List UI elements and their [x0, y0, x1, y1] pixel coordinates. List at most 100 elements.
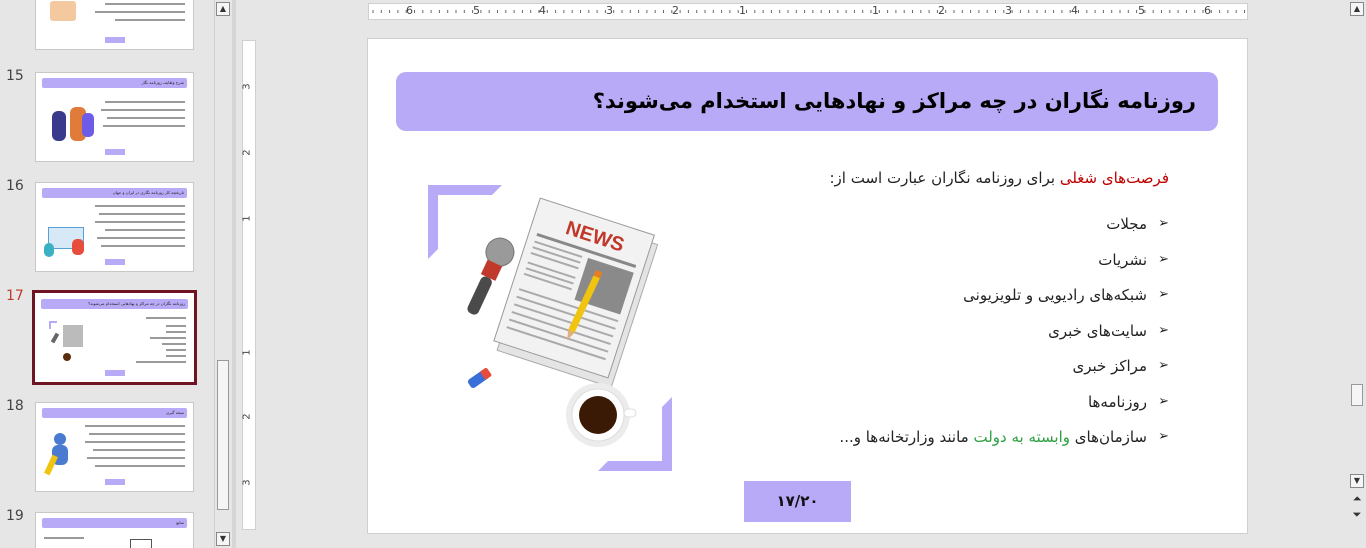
newspaper-illustration[interactable]: NEWS	[424, 181, 676, 475]
thumbnail-page-button	[104, 149, 125, 155]
thumbnail-title-bar: شرح وظایف روزنامه نگار	[42, 78, 187, 88]
scroll-up-icon[interactable]: ▲	[216, 2, 230, 16]
thumbnail-text-line	[105, 229, 185, 231]
slide-thumbnail-17[interactable]: روزنامه نگاران در چه مراکز و نهادهایی اس…	[32, 290, 197, 385]
thumbnail-text-line	[107, 117, 185, 119]
thumbnails-scrollbar[interactable]: ▲ ▼	[214, 0, 230, 548]
thumbnail-text-line	[136, 361, 186, 363]
thumbnail-text-line	[85, 425, 185, 427]
thumbnail-text-line	[166, 331, 186, 333]
slide-thumbnail-19[interactable]: منابع	[35, 512, 194, 548]
newspaper-icon: NEWS	[493, 197, 659, 388]
thumbnail-title: شرح وظایف روزنامه نگار	[141, 80, 184, 85]
ruler-label: 3	[1005, 4, 1012, 17]
ruler-label: 3	[606, 4, 613, 17]
scrollbar-handle[interactable]	[1351, 384, 1363, 406]
scroll-down-icon[interactable]: ▼	[1350, 474, 1364, 488]
thumbnail-title-bar: تاریخچه کار روزنامه نگاری در ایران و جها…	[42, 188, 187, 198]
powerpoint-editor: 15 شرح وظایف روزنامه نگار 16 تاریخچه کار…	[0, 0, 1366, 548]
ruler-label: 3	[241, 479, 253, 486]
thumbnail-title-bar: منابع	[42, 518, 187, 528]
previous-slide-icon[interactable]: ⏶	[1350, 492, 1364, 506]
slide-title-bar[interactable]: روزنامه نگاران در چه مراکز و نهادهایی اس…	[396, 72, 1218, 131]
thumbnail-number: 15	[6, 68, 24, 84]
scrollbar-handle[interactable]	[217, 360, 229, 510]
thumbnail-title-bar: نتیجه گیری	[42, 408, 187, 418]
ruler-label: 2	[241, 413, 253, 420]
thumbnail-title: تاریخچه کار روزنامه نگاری در ایران و جها…	[112, 190, 184, 195]
thumbnail-text-line	[97, 237, 185, 239]
thumbnail-text-line	[103, 125, 185, 127]
ruler-label: 1	[872, 4, 879, 17]
thumbnail-text-line	[162, 343, 186, 345]
ruler-label: 2	[672, 4, 679, 17]
thumbnail-page-button	[104, 370, 125, 376]
arrow-bullet-icon: ➢	[1158, 358, 1169, 373]
ruler-label: 4	[1071, 4, 1078, 17]
thumbnail-text-line	[150, 337, 186, 339]
next-slide-icon[interactable]: ⏷	[1350, 508, 1364, 522]
thumbnail-text-line	[95, 465, 185, 467]
bullet-list[interactable]: ➢ مجلات ➢ نشریات ➢ شبکه‌های رادیویی و تلویز…	[839, 209, 1169, 458]
scroll-down-icon[interactable]: ▼	[216, 532, 230, 546]
thumbnail-text-line	[101, 245, 185, 247]
slide-thumbnail-16[interactable]: تاریخچه کار روزنامه نگاری در ایران و جها…	[35, 182, 194, 272]
list-item-text: سازمان‌های	[1070, 428, 1147, 446]
slide-thumbnail-18[interactable]: نتیجه گیری	[35, 402, 194, 492]
arrow-bullet-icon: ➢	[1158, 251, 1169, 267]
ruler-label: 3	[241, 83, 253, 90]
slide-canvas[interactable]: روزنامه نگاران در چه مراکز و نهادهایی اس…	[367, 38, 1248, 534]
list-item: ➢ مراکز خبری	[839, 351, 1169, 387]
thumbnail-illustration	[130, 539, 152, 548]
list-item: ➢ مجلات	[839, 209, 1169, 245]
scroll-up-icon[interactable]: ▲	[1350, 2, 1364, 16]
thumbnail-text-line	[146, 317, 186, 319]
thumbnail-text-line	[93, 449, 185, 451]
slide-thumbnail-15[interactable]: شرح وظایف روزنامه نگار	[35, 72, 194, 162]
thumbnail-text-line	[166, 355, 186, 357]
list-item-text: نشریات	[1098, 250, 1147, 269]
thumbnail-text-line	[87, 457, 185, 459]
thumbnail-text-line	[89, 433, 185, 435]
page-number-button[interactable]: ۱۷/۲۰	[744, 481, 851, 522]
ruler-label: 4	[539, 4, 546, 17]
ruler-label: 6	[1204, 4, 1211, 17]
vertical-ruler: 3 2 1 1 2 3	[242, 40, 256, 530]
thumbnail-text-line	[105, 101, 185, 103]
panel-divider[interactable]	[232, 0, 236, 548]
thumbnail-text-line	[85, 441, 185, 443]
thumbnail-text-line	[95, 205, 185, 207]
ruler-label: 2	[938, 4, 945, 17]
thumbnail-title: منابع	[176, 520, 184, 525]
thumbnail-number: 17	[6, 288, 24, 304]
thumbnail-illustration	[50, 1, 76, 21]
slide-thumbnails-panel: 15 شرح وظایف روزنامه نگار 16 تاریخچه کار…	[0, 0, 214, 548]
list-item-text: مجلات	[1106, 215, 1147, 233]
thumbnail-illustration	[48, 103, 98, 148]
thumbnail-page-button	[104, 479, 125, 485]
intro-rest: برای روزنامه نگاران عبارت است از:	[829, 169, 1060, 187]
arrow-bullet-icon: ➢	[1158, 393, 1169, 409]
thumbnail-text-line	[115, 19, 185, 21]
intro-text[interactable]: فرصت‌های شغلی برای روزنامه نگاران عبارت …	[829, 169, 1169, 187]
thumbnail-text-line	[166, 325, 186, 327]
list-item: ➢ سازمان‌های وابسته به دولت مانند وزارتخا…	[839, 422, 1169, 458]
arrow-bullet-icon: ➢	[1158, 429, 1169, 444]
thumbnail-page-button	[104, 37, 125, 43]
thumbnail-illustration	[44, 223, 92, 257]
thumbnail-number: 16	[6, 178, 24, 194]
arrow-bullet-icon: ➢	[1158, 322, 1169, 338]
slide-scrollbar[interactable]: ▲ ▼ ⏶ ⏷	[1349, 0, 1366, 548]
slide-thumbnail-14[interactable]	[35, 0, 194, 50]
thumbnail-title: نتیجه گیری	[166, 410, 184, 415]
list-item-highlight: وابسته به دولت	[973, 428, 1070, 446]
list-item-text: شبکه‌های رادیویی و تلویزیونی	[963, 286, 1147, 304]
thumbnail-text-line	[95, 221, 185, 223]
thumbnail-title-bar: روزنامه نگاران در چه مراکز و نهادهایی اس…	[41, 299, 188, 309]
eraser-icon	[467, 367, 492, 388]
thumbnail-number: 19	[6, 508, 24, 524]
coffee-cup-icon	[566, 383, 637, 447]
slide-title: روزنامه نگاران در چه مراکز و نهادهایی اس…	[592, 89, 1196, 113]
ruler-label: 6	[406, 4, 413, 17]
ruler-label: 2	[241, 149, 253, 156]
